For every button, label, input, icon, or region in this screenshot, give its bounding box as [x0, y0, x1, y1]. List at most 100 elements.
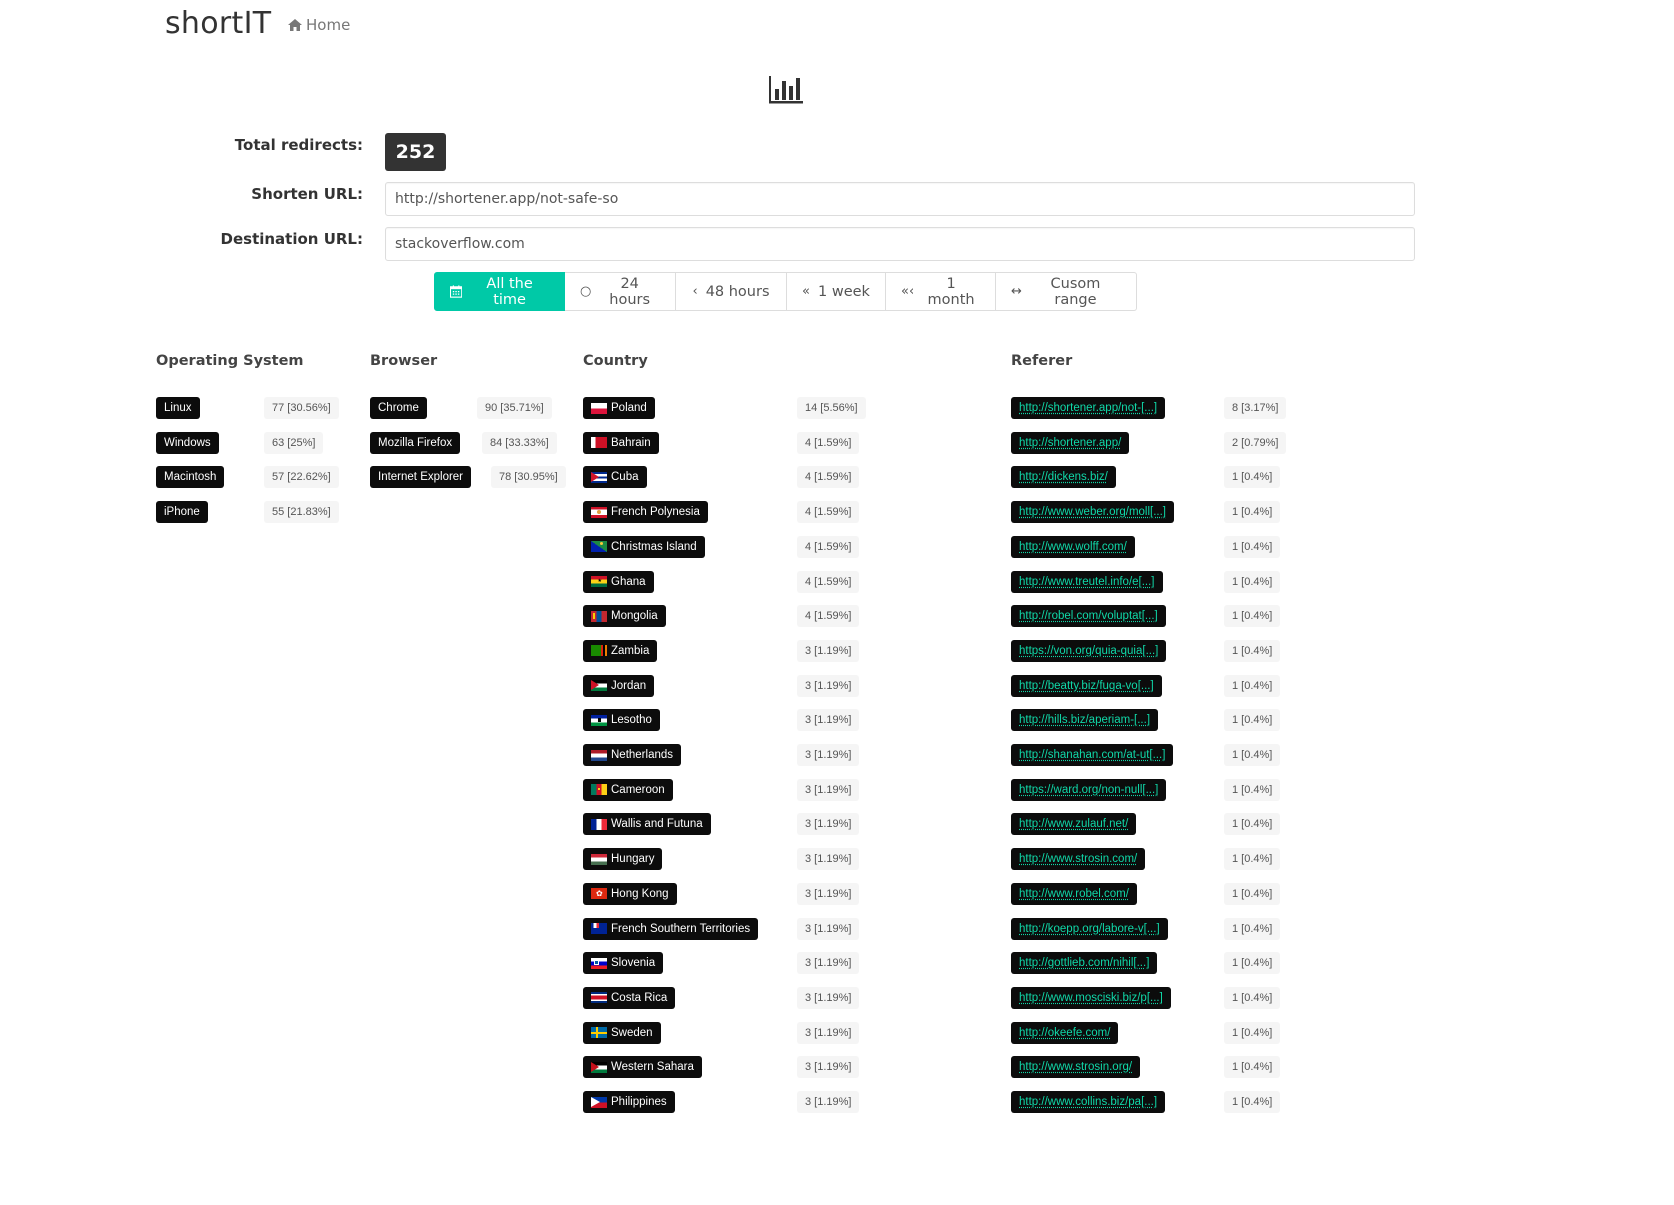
country-tag[interactable]: Cuba: [583, 466, 647, 489]
referer-row: http://shanahan.com/at-ut[...]: [1011, 743, 1174, 767]
referer-link[interactable]: http://gottlieb.com/nihil[...]: [1019, 957, 1149, 969]
range-label: 1 month: [927, 275, 975, 308]
browser-tag[interactable]: Chrome: [370, 397, 427, 419]
browser-name: Internet Explorer: [378, 471, 464, 484]
shorten-url-field[interactable]: [385, 182, 1415, 216]
country-tag[interactable]: Christmas Island: [583, 535, 705, 558]
home-link[interactable]: Home: [288, 16, 350, 34]
country-tag[interactable]: Jordan: [583, 674, 655, 697]
country-tag[interactable]: French Polynesia: [583, 501, 708, 524]
referer-link[interactable]: http://beatty.biz/fuga-vo[...]: [1019, 680, 1154, 692]
referer-link[interactable]: http://robel.com/voluptat[...]: [1019, 610, 1158, 622]
referer-link[interactable]: http://www.strosin.org/: [1019, 1061, 1132, 1073]
country-row: Jordan: [583, 674, 655, 698]
range-1-month-button[interactable]: «‹ 1 month: [886, 272, 996, 311]
range-label: Cusom range: [1050, 275, 1101, 308]
referer-link[interactable]: http://koepp.org/labore-v[...]: [1019, 923, 1160, 935]
referer-row: http://www.collins.biz/pa[...]: [1011, 1090, 1166, 1114]
browser-row: Mozilla Firefox: [370, 431, 461, 455]
referer-row: http://www.strosin.com/: [1011, 847, 1146, 871]
country-tag[interactable]: Western Sahara: [583, 1056, 702, 1079]
referer-count: 1 [0.4%]: [1224, 674, 1281, 697]
referer-link[interactable]: http://hills.biz/aperiam-[...]: [1019, 714, 1150, 726]
browser-tag[interactable]: Mozilla Firefox: [370, 431, 461, 454]
referer-link[interactable]: http://www.mosciski.biz/p[...]: [1019, 992, 1163, 1004]
os-count: 57 [22.62%]: [264, 466, 339, 489]
browser-tag[interactable]: Internet Explorer: [370, 466, 472, 489]
brand-logo[interactable]: shortIT: [165, 6, 271, 41]
browser-section-title: Browser: [370, 353, 438, 369]
country-name: Wallis and Futuna: [611, 818, 703, 831]
country-tag[interactable]: ★ Ghana: [583, 570, 654, 593]
country-tag[interactable]: Mongolia: [583, 605, 666, 628]
range-all-time-button[interactable]: All the time: [434, 272, 565, 311]
destination-url-field[interactable]: [385, 227, 1415, 261]
os-name: Windows: [164, 436, 211, 449]
country-tag[interactable]: Netherlands: [583, 744, 682, 766]
referer-tag: http://shortener.app/: [1011, 431, 1130, 454]
referer-link[interactable]: http://www.collins.biz/pa[...]: [1019, 1096, 1157, 1108]
country-tag[interactable]: ✿ Hong Kong: [583, 882, 677, 905]
os-tag[interactable]: iPhone: [156, 501, 208, 524]
flag-pl-icon: [591, 402, 607, 414]
country-tag[interactable]: Costa Rica: [583, 986, 676, 1009]
range-custom-button[interactable]: ↔ Cusom range: [996, 272, 1137, 311]
flag-ph-icon: [591, 1096, 607, 1108]
browser-count: 84 [33.33%]: [482, 431, 557, 454]
referer-tag: http://shortener.app/not-[...]: [1011, 397, 1166, 419]
os-row: Linux: [156, 396, 200, 420]
referer-row: http://shortener.app/: [1011, 431, 1130, 455]
referer-link[interactable]: http://www.strosin.com/: [1019, 853, 1137, 865]
country-count: 4 [1.59%]: [797, 466, 860, 489]
os-count: 55 [21.83%]: [264, 501, 339, 524]
country-tag[interactable]: Sweden: [583, 1021, 661, 1044]
referer-link[interactable]: http://shortener.app/not-[...]: [1019, 402, 1157, 414]
country-name: Western Sahara: [611, 1061, 694, 1074]
os-tag[interactable]: Windows: [156, 431, 219, 454]
range-48-hours-button[interactable]: ‹ 48 hours: [676, 272, 787, 311]
referer-link[interactable]: http://www.weber.org/moll[...]: [1019, 506, 1166, 518]
country-row: Lesotho: [583, 708, 660, 732]
referer-link[interactable]: https://ward.org/non-null[...]: [1019, 784, 1158, 796]
country-tag[interactable]: Cameroon: [583, 778, 673, 801]
country-name: Jordan: [611, 679, 647, 692]
country-tag[interactable]: Bahrain: [583, 431, 659, 454]
angle-left-icon: ‹: [692, 284, 698, 299]
country-tag[interactable]: Hungary: [583, 848, 663, 871]
country-tag[interactable]: Zambia: [583, 639, 658, 662]
flag-bh-icon: [591, 437, 607, 449]
referer-link[interactable]: http://shortener.app/: [1019, 437, 1121, 449]
referer-link[interactable]: http://shanahan.com/at-ut[...]: [1019, 749, 1165, 761]
country-row: French Polynesia: [583, 500, 708, 524]
country-row: Poland: [583, 396, 655, 420]
country-tag[interactable]: Philippines: [583, 1091, 675, 1113]
country-count: 3 [1.19%]: [797, 986, 860, 1009]
referer-tag: http://www.zulauf.net/: [1011, 813, 1137, 836]
country-tag[interactable]: Wallis and Futuna: [583, 813, 711, 836]
flag-cx-icon: [591, 541, 607, 553]
country-row: Mongolia: [583, 604, 666, 628]
referer-link[interactable]: https://von.org/quia-quia[...]: [1019, 645, 1158, 657]
referer-link[interactable]: http://www.wolff.com/: [1019, 541, 1127, 553]
referer-count: 8 [3.17%]: [1224, 397, 1287, 419]
os-count: 77 [30.56%]: [264, 397, 339, 419]
referer-link[interactable]: http://okeefe.com/: [1019, 1027, 1110, 1039]
os-tag[interactable]: Linux: [156, 397, 200, 419]
os-tag[interactable]: Macintosh: [156, 466, 225, 489]
referer-count: 1 [0.4%]: [1224, 917, 1281, 940]
country-name: Sweden: [611, 1026, 653, 1039]
referer-link[interactable]: http://www.zulauf.net/: [1019, 818, 1128, 830]
range-24-hours-button[interactable]: ○ 24 hours: [565, 272, 676, 311]
total-redirects-label: Total redirects:: [234, 136, 363, 154]
country-tag[interactable]: Poland: [583, 397, 655, 419]
referer-row: http://hills.biz/aperiam-[...]: [1011, 708, 1159, 732]
range-1-week-button[interactable]: « 1 week: [787, 272, 886, 311]
referer-link[interactable]: http://dickens.biz/: [1019, 471, 1108, 483]
country-tag[interactable]: French Southern Territories: [583, 917, 759, 940]
country-tag[interactable]: Lesotho: [583, 709, 660, 732]
country-tag[interactable]: Slovenia: [583, 952, 664, 975]
referer-link[interactable]: http://www.robel.com/: [1019, 888, 1129, 900]
home-link-label: Home: [306, 16, 351, 34]
referer-link[interactable]: http://www.treutel.info/e[...]: [1019, 576, 1155, 588]
shorten-url-label: Shorten URL:: [251, 185, 363, 203]
